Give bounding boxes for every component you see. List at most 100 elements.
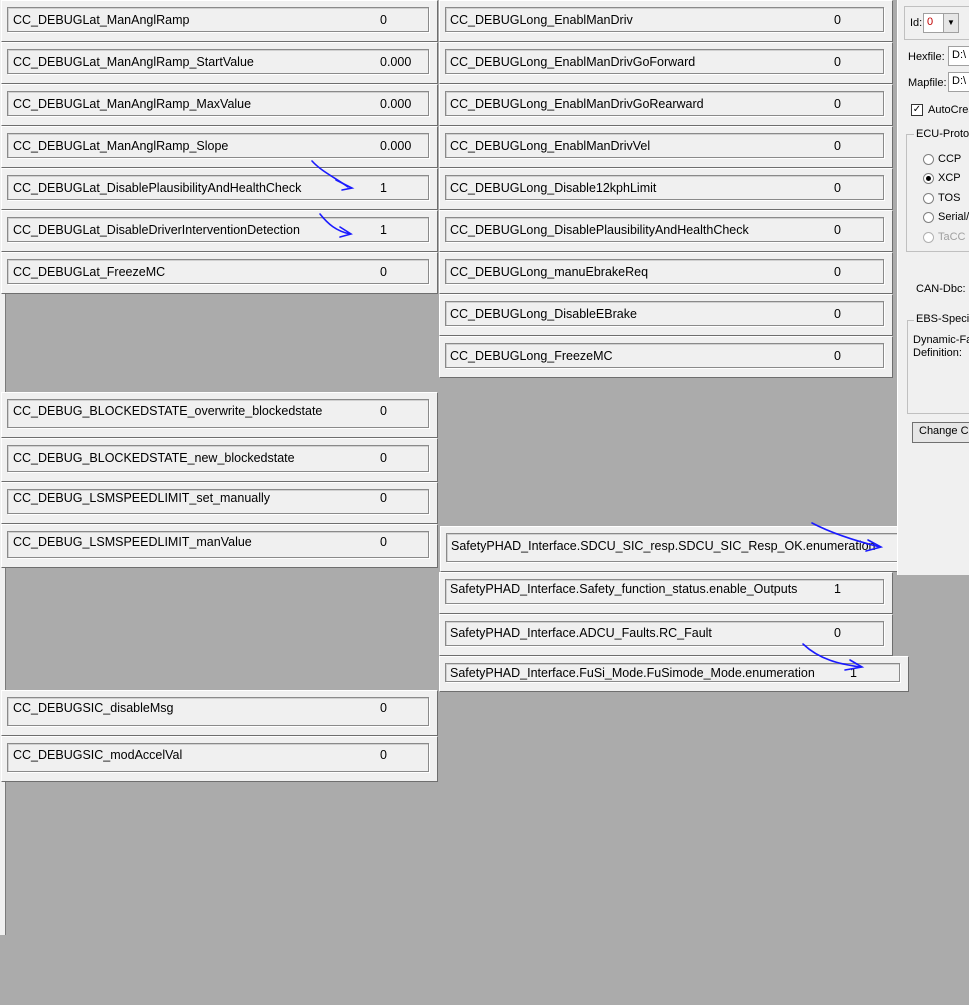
variable-row[interactable]: CC_DEBUGLat_DisablePlausibilityAndHealth… bbox=[1, 168, 438, 210]
variable-row[interactable]: CC_DEBUG_BLOCKEDSTATE_new_blockedstate 0 bbox=[1, 438, 438, 482]
variable-name: CC_DEBUGLat_ManAnglRamp_StartValue bbox=[13, 55, 254, 69]
variable-row[interactable]: CC_DEBUGLat_ManAnglRamp_MaxValue 0.000 bbox=[1, 84, 438, 126]
variable-value[interactable]: 0 bbox=[834, 307, 841, 321]
variable-value[interactable]: 1 bbox=[834, 582, 841, 596]
protocol-label: XCP bbox=[938, 172, 961, 184]
mapfile-label: Mapfile: bbox=[908, 77, 947, 89]
variable-row[interactable]: CC_DEBUGLong_Disable12kphLimit 0 bbox=[439, 168, 893, 210]
id-select[interactable]: 0 ▼ bbox=[923, 13, 959, 33]
variable-row[interactable]: CC_DEBUGSIC_modAccelVal 0 bbox=[1, 736, 438, 782]
change-button[interactable]: Change Cu bbox=[912, 422, 969, 443]
variable-name: SafetyPHAD_Interface.FuSi_Mode.FuSimode_… bbox=[450, 666, 815, 680]
variable-name: CC_DEBUGLong_EnablManDriv bbox=[450, 13, 633, 27]
protocol-label: Serial/ bbox=[938, 211, 969, 223]
hexfile-label: Hexfile: bbox=[908, 51, 945, 63]
variable-value[interactable]: 0 bbox=[380, 491, 387, 505]
radio-tos[interactable] bbox=[923, 193, 934, 204]
variable-row[interactable]: CC_DEBUGLong_EnablManDrivVel 0 bbox=[439, 126, 893, 168]
variable-row[interactable]: CC_DEBUG_LSMSPEEDLIMIT_set_manually 0 bbox=[1, 482, 438, 524]
hexfile-field[interactable]: D:\ bbox=[948, 46, 969, 66]
variable-value[interactable]: 1 bbox=[380, 223, 387, 237]
variable-name: SafetyPHAD_Interface.SDCU_SIC_resp.SDCU_… bbox=[451, 539, 876, 553]
autocreate-label: AutoCrea bbox=[928, 104, 969, 116]
variable-row[interactable]: CC_DEBUG_BLOCKEDSTATE_overwrite_blockeds… bbox=[1, 392, 438, 438]
variable-value[interactable]: 0 bbox=[834, 139, 841, 153]
variable-value[interactable]: 0.000 bbox=[380, 139, 411, 153]
variable-value[interactable]: 0 bbox=[380, 535, 387, 549]
variable-value[interactable]: 0 bbox=[834, 626, 841, 640]
id-value: 0 bbox=[927, 16, 934, 28]
protocol-label: TaCC bbox=[938, 231, 966, 243]
variable-value[interactable]: 0 bbox=[834, 349, 841, 363]
settings-panel: Id: 0 ▼ Hexfile: D:\ Mapfile: D:\ ✓ Auto… bbox=[897, 0, 969, 575]
variable-name: CC_DEBUG_BLOCKEDSTATE_overwrite_blockeds… bbox=[13, 404, 323, 418]
variable-value[interactable]: 1 bbox=[380, 181, 387, 195]
variable-name: CC_DEBUGLat_ManAnglRamp_Slope bbox=[13, 139, 229, 153]
variable-row[interactable]: CC_DEBUGSIC_disableMsg 0 bbox=[1, 690, 438, 736]
variable-value[interactable]: 0 bbox=[380, 265, 387, 279]
dynamic-label: Dynamic-Fa bbox=[913, 334, 969, 346]
variable-row[interactable]: CC_DEBUGLong_EnablManDrivGoRearward 0 bbox=[439, 84, 893, 126]
variable-name: CC_DEBUGSIC_modAccelVal bbox=[13, 748, 183, 762]
variable-value[interactable]: 0 bbox=[834, 223, 841, 237]
radio-serial[interactable] bbox=[923, 212, 934, 223]
mapfile-field[interactable]: D:\ bbox=[948, 72, 969, 92]
variable-row[interactable]: SafetyPHAD_Interface.SDCU_SIC_resp.SDCU_… bbox=[440, 526, 961, 572]
variable-row[interactable]: CC_DEBUGLat_ManAnglRamp_Slope 0.000 bbox=[1, 126, 438, 168]
variable-row[interactable]: CC_DEBUGLong_DisableEBrake 0 bbox=[439, 294, 893, 336]
ebs-label: EBS-Specia bbox=[914, 313, 969, 325]
autocreate-checkbox[interactable]: ✓ bbox=[911, 104, 923, 116]
variable-name: CC_DEBUGLong_DisablePlausibilityAndHealt… bbox=[450, 223, 749, 237]
variable-value[interactable]: 1 bbox=[850, 666, 857, 680]
variable-row[interactable]: SafetyPHAD_Interface.FuSi_Mode.FuSimode_… bbox=[439, 656, 909, 692]
variable-row[interactable]: CC_DEBUGLat_FreezeMC 0 bbox=[1, 252, 438, 294]
variable-row[interactable]: SafetyPHAD_Interface.Safety_function_sta… bbox=[439, 572, 893, 614]
mapfile-value: D:\ bbox=[952, 75, 967, 87]
variable-value[interactable]: 0 bbox=[380, 13, 387, 27]
variable-value[interactable]: 0 bbox=[380, 701, 387, 715]
id-label: Id: bbox=[910, 17, 923, 29]
chevron-down-icon[interactable]: ▼ bbox=[943, 14, 958, 32]
ecu-protocol-label: ECU-Protoc bbox=[914, 128, 969, 140]
variable-row[interactable]: CC_DEBUGLat_DisableDriverInterventionDet… bbox=[1, 210, 438, 252]
variable-row[interactable]: CC_DEBUGLong_EnablManDriv 0 bbox=[439, 0, 893, 42]
variable-value[interactable]: 0 bbox=[834, 181, 841, 195]
variable-row[interactable]: CC_DEBUGLat_ManAnglRamp_StartValue 0.000 bbox=[1, 42, 438, 84]
variable-value[interactable]: 0 bbox=[834, 13, 841, 27]
variable-row[interactable]: CC_DEBUGLat_ManAnglRamp 0 bbox=[1, 0, 438, 42]
radio-tacc[interactable] bbox=[923, 232, 934, 243]
variable-value[interactable]: 0.000 bbox=[380, 55, 411, 69]
variable-name: CC_DEBUGLong_Disable12kphLimit bbox=[450, 181, 657, 195]
variable-value[interactable]: 0 bbox=[834, 265, 841, 279]
variable-row[interactable]: CC_DEBUG_LSMSPEEDLIMIT_manValue 0 bbox=[1, 524, 438, 568]
variable-value[interactable]: 0 bbox=[834, 55, 841, 69]
variable-name: CC_DEBUGLong_DisableEBrake bbox=[450, 307, 637, 321]
variable-name: CC_DEBUGLong_EnablManDrivVel bbox=[450, 139, 651, 153]
variable-value[interactable]: 0.000 bbox=[380, 97, 411, 111]
radio-xcp[interactable] bbox=[923, 173, 934, 184]
definition-label: Definition: bbox=[913, 347, 962, 359]
variable-name: CC_DEBUGSIC_disableMsg bbox=[13, 701, 174, 715]
protocol-label: CCP bbox=[938, 153, 962, 165]
can-dbc-label: CAN-Dbc: bbox=[916, 283, 966, 295]
hexfile-value: D:\ bbox=[952, 49, 967, 61]
variable-name: CC_DEBUGLat_FreezeMC bbox=[13, 265, 166, 279]
variable-value[interactable]: 0 bbox=[380, 748, 387, 762]
variable-name: CC_DEBUGLat_DisablePlausibilityAndHealth… bbox=[13, 181, 302, 195]
variable-row[interactable]: CC_DEBUGLong_FreezeMC 0 bbox=[439, 336, 893, 378]
variable-value[interactable]: 0 bbox=[834, 97, 841, 111]
variable-row[interactable]: CC_DEBUGLong_EnablManDrivGoForward 0 bbox=[439, 42, 893, 84]
variable-name: CC_DEBUGLong_manuEbrakeReq bbox=[450, 265, 649, 279]
variable-name: CC_DEBUGLat_ManAnglRamp bbox=[13, 13, 190, 27]
variable-value[interactable]: 0 bbox=[380, 404, 387, 418]
variable-row[interactable]: CC_DEBUGLong_DisablePlausibilityAndHealt… bbox=[439, 210, 893, 252]
variable-name: CC_DEBUG_BLOCKEDSTATE_new_blockedstate bbox=[13, 451, 295, 465]
variable-row[interactable]: CC_DEBUGLong_manuEbrakeReq 0 bbox=[439, 252, 893, 294]
variable-name: SafetyPHAD_Interface.Safety_function_sta… bbox=[450, 582, 798, 596]
variable-name: CC_DEBUG_LSMSPEEDLIMIT_manValue bbox=[13, 535, 252, 549]
radio-ccp[interactable] bbox=[923, 154, 934, 165]
variable-name: CC_DEBUGLat_ManAnglRamp_MaxValue bbox=[13, 97, 252, 111]
variable-name: CC_DEBUGLong_EnablManDrivGoRearward bbox=[450, 97, 704, 111]
variable-row[interactable]: SafetyPHAD_Interface.ADCU_Faults.RC_Faul… bbox=[439, 614, 893, 656]
variable-value[interactable]: 0 bbox=[380, 451, 387, 465]
